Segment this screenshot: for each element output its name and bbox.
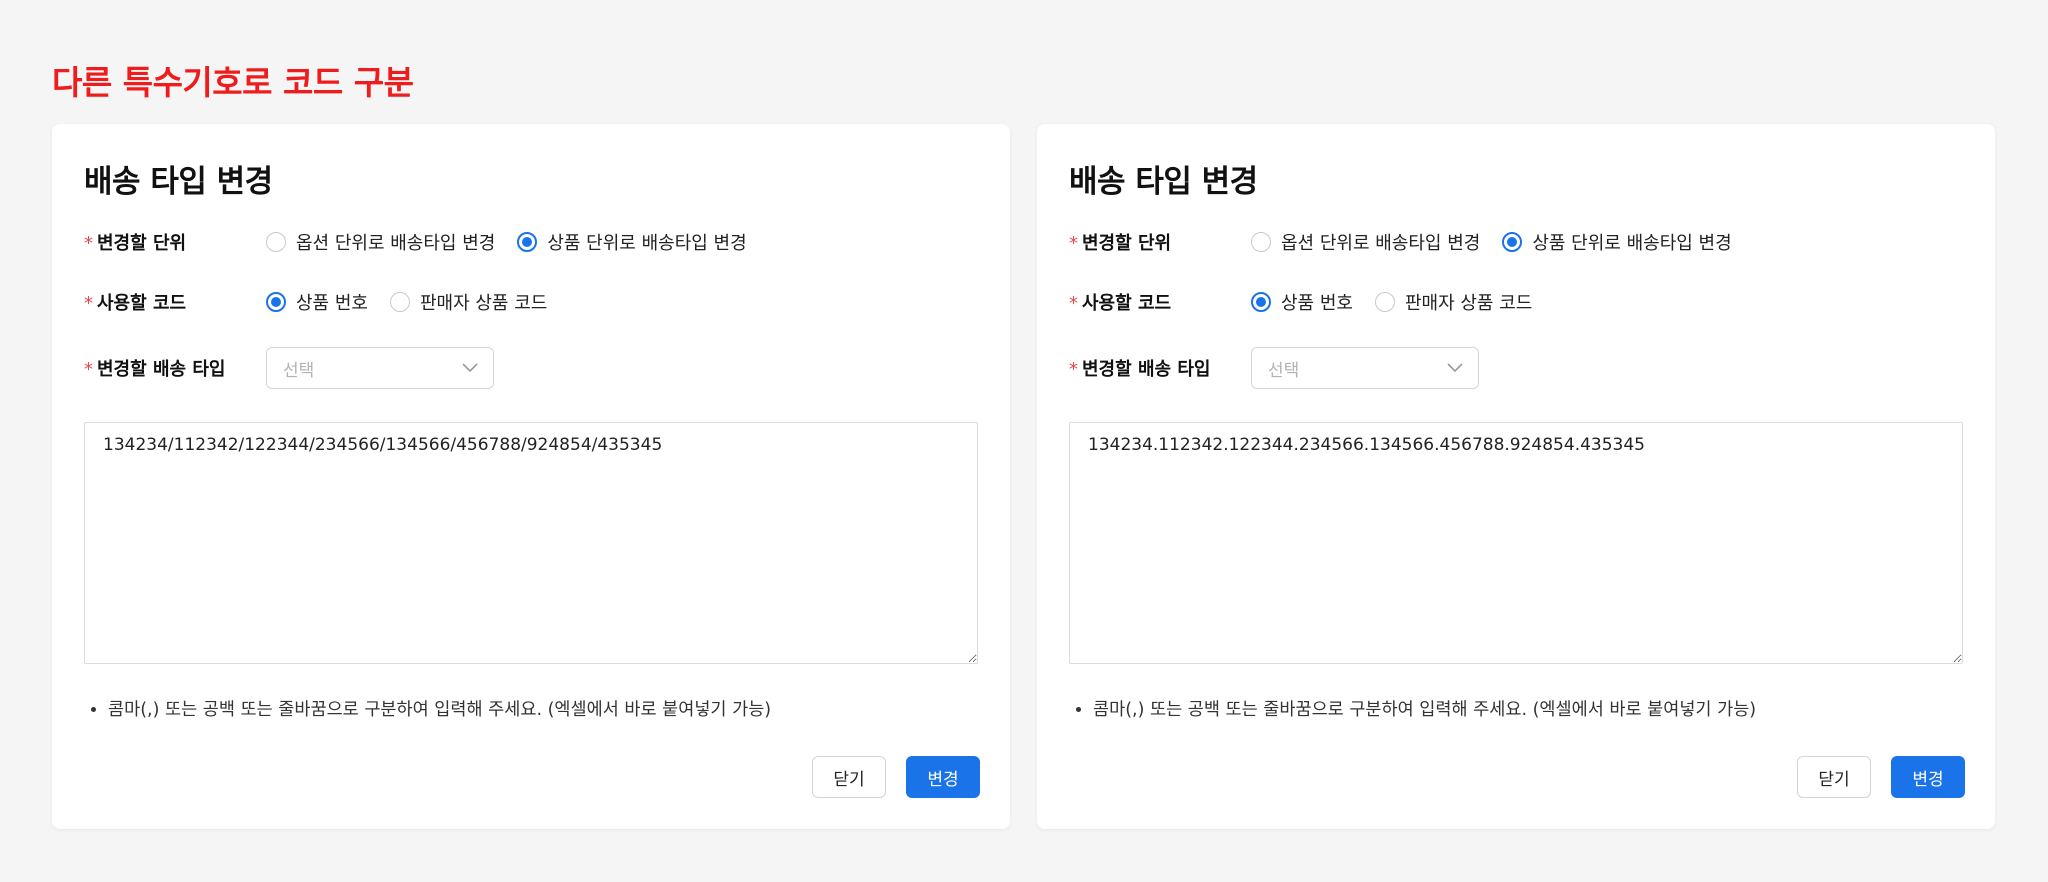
chevron-down-icon	[461, 359, 479, 377]
help-text: 콤마(,) 또는 공백 또는 줄바꿈으로 구분하여 입력해 주세요. (엑셀에서…	[108, 696, 771, 721]
change-button[interactable]: 변경	[1891, 756, 1965, 798]
page-heading: 다른 특수기호로 코드 구분	[52, 63, 414, 102]
radio-label: 옵션 단위로 배송타입 변경	[296, 233, 496, 254]
radio-checked-icon[interactable]	[517, 232, 538, 252]
radio-option-unit[interactable]: 옵션 단위로 배송타입 변경	[266, 229, 495, 255]
code-radio-group: 상품 번호 판매자 상품 코드	[1251, 289, 1554, 315]
radio-seller-code[interactable]: 판매자 상품 코드	[389, 289, 548, 315]
unit-label: * 변경할 단위	[1069, 229, 1251, 255]
select-placeholder: 선택	[1268, 360, 1300, 381]
unit-label: * 변경할 단위	[84, 229, 266, 255]
radio-product-number[interactable]: 상품 번호	[266, 289, 368, 315]
modal-title: 배송 타입 변경	[1069, 164, 1258, 200]
code-label-text: 사용할 코드	[97, 293, 187, 314]
required-mark: *	[1069, 359, 1078, 380]
code-radio-group: 상품 번호 판매자 상품 코드	[266, 289, 569, 315]
required-mark: *	[1069, 233, 1078, 254]
radio-circle-icon[interactable]	[266, 232, 286, 252]
delivery-type-select[interactable]: 선택	[1251, 347, 1479, 389]
radio-label: 옵션 단위로 배송타입 변경	[1281, 233, 1481, 254]
codes-textarea[interactable]: 134234/112342/122344/234566/134566/45678…	[84, 422, 978, 664]
delivery-type-row: * 변경할 배송 타입 선택	[1069, 346, 1963, 390]
delivery-type-label: * 변경할 배송 타입	[84, 355, 266, 381]
delivery-type-label: * 변경할 배송 타입	[1069, 355, 1251, 381]
unit-row: * 변경할 단위 옵션 단위로 배송타입 변경 상품 단위로 배송타입 변경	[1069, 220, 1963, 264]
radio-circle-icon[interactable]	[1374, 292, 1395, 312]
radio-label: 상품 단위로 배송타입 변경	[1532, 233, 1732, 254]
radio-label: 상품 번호	[296, 293, 368, 314]
radio-label: 상품 번호	[1281, 293, 1353, 314]
modal-title: 배송 타입 변경	[84, 164, 273, 200]
radio-product-unit[interactable]: 상품 단위로 배송타입 변경	[517, 229, 747, 255]
help-list: 콤마(,) 또는 공백 또는 줄바꿈으로 구분하여 입력해 주세요. (엑셀에서…	[84, 696, 771, 721]
delivery-type-select[interactable]: 선택	[266, 347, 494, 389]
radio-circle-icon[interactable]	[1251, 232, 1271, 252]
help-list: 콤마(,) 또는 공백 또는 줄바꿈으로 구분하여 입력해 주세요. (엑셀에서…	[1069, 696, 1756, 721]
chevron-down-icon	[1446, 359, 1464, 377]
radio-checked-icon[interactable]	[1251, 292, 1271, 312]
close-button[interactable]: 닫기	[1797, 756, 1871, 798]
code-label-text: 사용할 코드	[1082, 293, 1172, 314]
required-mark: *	[1069, 293, 1078, 314]
radio-option-unit[interactable]: 옵션 단위로 배송타입 변경	[1251, 229, 1480, 255]
unit-label-text: 변경할 단위	[97, 233, 187, 254]
radio-label: 판매자 상품 코드	[1404, 293, 1533, 314]
radio-product-unit[interactable]: 상품 단위로 배송타입 변경	[1502, 229, 1732, 255]
delivery-type-label-text: 변경할 배송 타입	[1082, 359, 1211, 380]
delivery-type-modal-slash: 배송 타입 변경 * 변경할 단위 옵션 단위로 배송타입 변경 상품 단위로 배…	[52, 124, 1010, 829]
radio-label: 판매자 상품 코드	[419, 293, 548, 314]
change-button[interactable]: 변경	[906, 756, 980, 798]
unit-radio-group: 옵션 단위로 배송타입 변경 상품 단위로 배송타입 변경	[266, 229, 769, 255]
select-placeholder: 선택	[283, 360, 315, 381]
radio-label: 상품 단위로 배송타입 변경	[547, 233, 747, 254]
required-mark: *	[84, 293, 93, 314]
radio-checked-icon[interactable]	[1502, 232, 1523, 252]
help-text: 콤마(,) 또는 공백 또는 줄바꿈으로 구분하여 입력해 주세요. (엑셀에서…	[1093, 696, 1756, 721]
required-mark: *	[84, 359, 93, 380]
radio-seller-code[interactable]: 판매자 상품 코드	[1374, 289, 1533, 315]
required-mark: *	[84, 233, 93, 254]
close-button[interactable]: 닫기	[812, 756, 886, 798]
code-row: * 사용할 코드 상품 번호 판매자 상품 코드	[1069, 280, 1963, 324]
code-label: * 사용할 코드	[84, 289, 266, 315]
radio-checked-icon[interactable]	[266, 292, 286, 312]
delivery-type-row: * 변경할 배송 타입 선택	[84, 346, 978, 390]
unit-radio-group: 옵션 단위로 배송타입 변경 상품 단위로 배송타입 변경	[1251, 229, 1754, 255]
radio-product-number[interactable]: 상품 번호	[1251, 289, 1353, 315]
unit-row: * 변경할 단위 옵션 단위로 배송타입 변경 상품 단위로 배송타입 변경	[84, 220, 978, 264]
codes-textarea[interactable]: 134234.112342.122344.234566.134566.45678…	[1069, 422, 1963, 664]
code-label: * 사용할 코드	[1069, 289, 1251, 315]
delivery-type-modal-dot: 배송 타입 변경 * 변경할 단위 옵션 단위로 배송타입 변경 상품 단위로 배…	[1037, 124, 1995, 829]
radio-circle-icon[interactable]	[389, 292, 410, 312]
unit-label-text: 변경할 단위	[1082, 233, 1172, 254]
delivery-type-label-text: 변경할 배송 타입	[97, 359, 226, 380]
code-row: * 사용할 코드 상품 번호 판매자 상품 코드	[84, 280, 978, 324]
